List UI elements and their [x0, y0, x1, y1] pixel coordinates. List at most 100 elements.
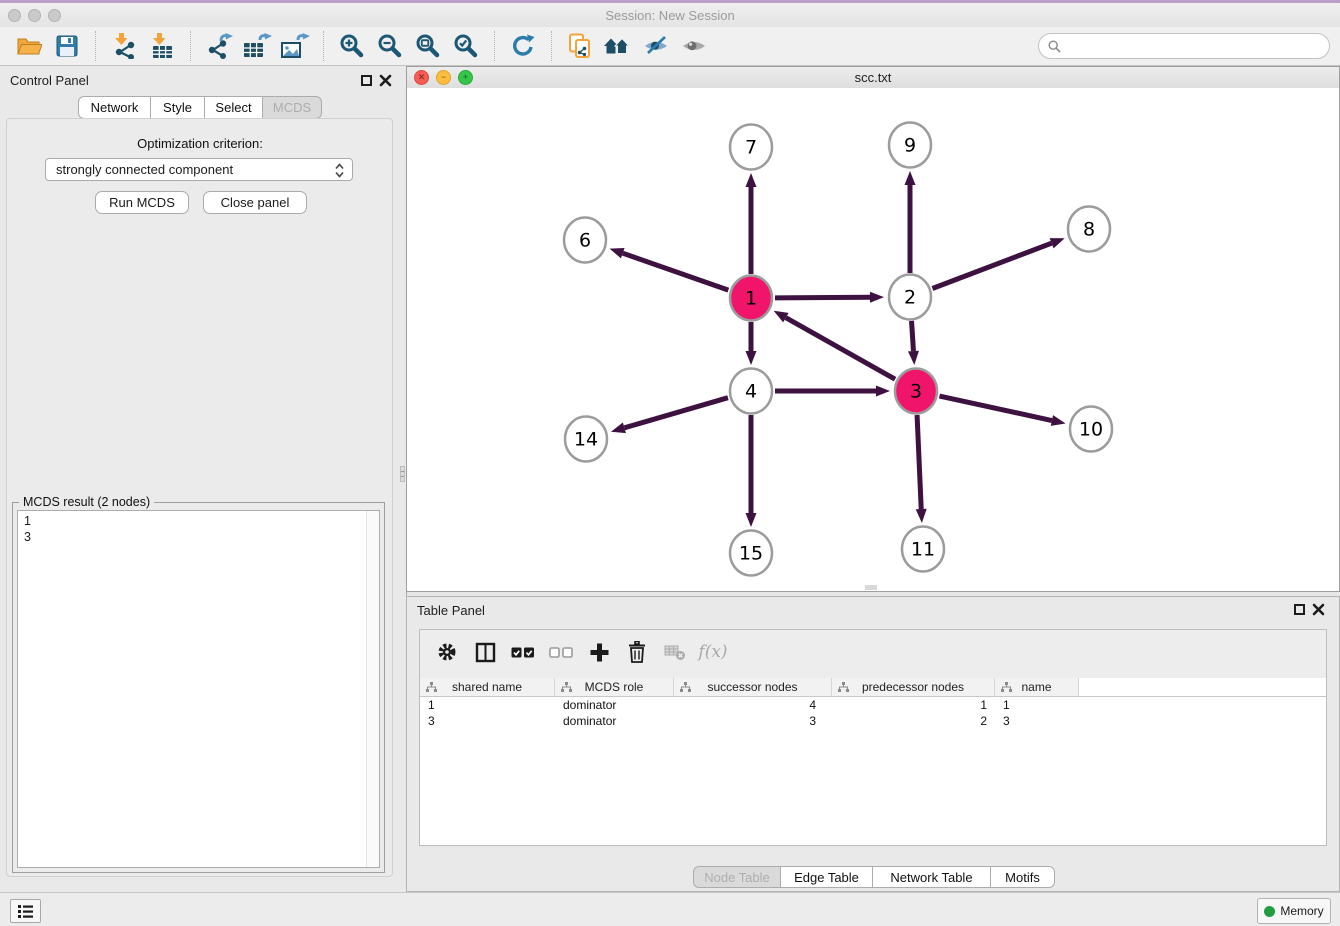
export-image-icon[interactable]: [279, 30, 311, 62]
table-cell[interactable]: 3: [995, 713, 1079, 729]
save-session-icon[interactable]: [51, 30, 83, 62]
zoom-in-icon[interactable]: [336, 30, 368, 62]
graph-edge-4-14[interactable]: [624, 398, 728, 428]
table-row[interactable]: 1dominator411: [420, 697, 1326, 713]
toolbar-separator: [190, 31, 191, 61]
select-all-icon[interactable]: [509, 638, 537, 666]
run-mcds-button[interactable]: Run MCDS: [95, 191, 189, 214]
table-tabs: Node Table Edge Table Network Table Moti…: [693, 866, 1055, 888]
home-layout-icon[interactable]: [602, 30, 634, 62]
table-cell[interactable]: 1: [995, 697, 1079, 713]
close-panel-button[interactable]: Close panel: [203, 191, 307, 214]
tab-mcds[interactable]: MCDS: [263, 96, 322, 119]
graph-edge-3-11[interactable]: [917, 415, 921, 509]
memory-status-icon: [1264, 906, 1275, 917]
column-header-name[interactable]: name: [995, 678, 1079, 697]
add-row-icon[interactable]: [585, 638, 613, 666]
graph-edge-2-3[interactable]: [912, 321, 914, 351]
tab-edge-table[interactable]: Edge Table: [781, 866, 873, 888]
table-toolbar: f(x): [420, 630, 1326, 674]
delete-table-icon: [661, 638, 689, 666]
table-cell[interactable]: 3: [420, 713, 555, 729]
search-input[interactable]: [1067, 38, 1320, 55]
network-window-title: scc.txt: [407, 70, 1339, 85]
table-cell[interactable]: 3: [674, 713, 832, 729]
main-toolbar: [0, 27, 1340, 66]
table-cell[interactable]: 2: [832, 713, 995, 729]
task-history-button[interactable]: [10, 899, 41, 923]
table-cell[interactable]: 4: [674, 697, 832, 713]
graph-node-label: 3: [910, 381, 922, 403]
graph-edge-3-1[interactable]: [786, 318, 895, 380]
table-cell[interactable]: dominator: [555, 697, 674, 713]
tab-motifs[interactable]: Motifs: [991, 866, 1055, 888]
column-header-predecessor-nodes[interactable]: predecessor nodes: [832, 678, 995, 697]
graph-edge-arrow: [876, 386, 890, 397]
graph-edge-1-2[interactable]: [775, 297, 870, 298]
network-canvas[interactable]: 7968124314101511: [407, 88, 1339, 591]
export-network-icon[interactable]: [203, 30, 235, 62]
column-header-successor-nodes[interactable]: successor nodes: [674, 678, 832, 697]
close-panel-icon[interactable]: [1312, 603, 1325, 616]
table-panel-header: Table Panel: [407, 597, 1339, 623]
import-table-icon[interactable]: [146, 30, 178, 62]
duplicate-network-icon[interactable]: [564, 30, 596, 62]
hide-selected-icon[interactable]: [640, 30, 672, 62]
graph-edge-arrow: [746, 173, 757, 187]
criterion-select[interactable]: strongly connected component: [45, 158, 353, 181]
zoom-fit-icon[interactable]: [412, 30, 444, 62]
divider-grabber[interactable]: [400, 466, 405, 482]
show-all-icon[interactable]: [678, 30, 710, 62]
graph-edge-2-8[interactable]: [932, 243, 1051, 288]
graph-edge-arrow: [746, 351, 757, 365]
graph-node-label: 11: [911, 539, 935, 561]
scrollbar-track[interactable]: [366, 511, 379, 867]
refresh-layout-icon[interactable]: [507, 30, 539, 62]
header-filler: [1079, 678, 1326, 697]
tab-node-table[interactable]: Node Table: [693, 866, 781, 888]
deselect-all-icon[interactable]: [547, 638, 575, 666]
search-box[interactable]: [1038, 33, 1330, 59]
column-header-label: MCDS role: [585, 680, 644, 694]
table-settings-icon[interactable]: [433, 638, 461, 666]
tab-style[interactable]: Style: [151, 96, 205, 119]
control-panel-tabs: Network Style Select MCDS: [78, 96, 322, 119]
table-cell[interactable]: 1: [420, 697, 555, 713]
tab-select[interactable]: Select: [205, 96, 263, 119]
column-header-shared-name[interactable]: shared name: [420, 678, 555, 697]
horizontal-scroll-thumb[interactable]: [865, 585, 877, 590]
import-network-icon[interactable]: [108, 30, 140, 62]
column-header-label: successor nodes: [707, 680, 797, 694]
column-header-MCDS-role[interactable]: MCDS role: [555, 678, 674, 697]
graph-node-label: 2: [904, 287, 916, 309]
table-cell[interactable]: 1: [832, 697, 995, 713]
table-row[interactable]: 3dominator323: [420, 713, 1326, 729]
network-graph[interactable]: 7968124314101511: [407, 88, 1339, 591]
open-session-icon[interactable]: [13, 30, 45, 62]
graph-node-label: 10: [1079, 419, 1103, 441]
zoom-selected-icon[interactable]: [450, 30, 482, 62]
mcds-result-text[interactable]: 1 3: [17, 510, 380, 868]
optimization-criterion-label: Optimization criterion:: [0, 136, 400, 151]
zoom-out-icon[interactable]: [374, 30, 406, 62]
mcds-result-group: MCDS result (2 nodes) 1 3: [12, 502, 385, 873]
graph-node-label: 15: [739, 543, 763, 565]
float-panel-icon[interactable]: [1294, 604, 1305, 615]
delete-rows-icon[interactable]: [623, 638, 651, 666]
graph-edge-3-10[interactable]: [939, 396, 1051, 420]
tab-network-table[interactable]: Network Table: [873, 866, 991, 888]
export-table-icon[interactable]: [241, 30, 273, 62]
toolbar-separator: [494, 31, 495, 61]
toolbar-separator: [323, 31, 324, 61]
graph-edge-1-6[interactable]: [623, 253, 729, 290]
graph-node-label: 7: [745, 137, 757, 159]
column-header-label: name: [1021, 680, 1051, 694]
tab-network[interactable]: Network: [78, 96, 151, 119]
graph-node-label: 1: [745, 288, 757, 310]
show-columns-icon[interactable]: [471, 638, 499, 666]
close-panel-icon[interactable]: [379, 74, 392, 87]
graph-node-label: 14: [574, 429, 598, 451]
float-panel-icon[interactable]: [361, 75, 372, 86]
memory-button[interactable]: Memory: [1257, 898, 1331, 924]
table-cell[interactable]: dominator: [555, 713, 674, 729]
